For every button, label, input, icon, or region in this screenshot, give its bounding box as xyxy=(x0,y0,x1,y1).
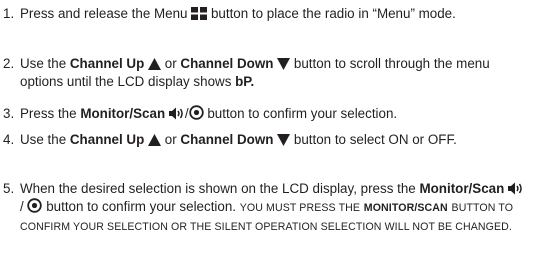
slash-separator: / xyxy=(20,199,24,214)
step-text: When the desired selection is shown on t… xyxy=(20,181,416,196)
warning-monitor-scan: MONITOR/SCAN xyxy=(363,202,448,214)
step-text: or xyxy=(164,56,177,71)
lcd-code-label: bP. xyxy=(235,74,255,89)
triangle-down-icon xyxy=(277,58,291,70)
channel-up-label: Channel Up xyxy=(69,56,145,71)
triangle-down-icon xyxy=(277,134,291,146)
step-4: 4. Use the Channel Up or Channel Down bu… xyxy=(3,131,528,149)
step-5: 5. When the desired selection is shown o… xyxy=(3,180,528,236)
step-number: 4. xyxy=(3,132,15,147)
step-text: button to confirm your selection. xyxy=(207,106,398,121)
channel-up-label: Channel Up xyxy=(69,132,145,147)
step-number: 3. xyxy=(3,106,15,121)
step-text: or xyxy=(164,132,177,147)
instruction-document: 1. Press and release the Menu button to … xyxy=(0,0,536,261)
step-3: 3. Press the Monitor/Scan / button to co… xyxy=(3,105,528,123)
step-number: 1. xyxy=(3,6,15,21)
monitor-scan-label: Monitor/Scan xyxy=(419,181,505,196)
monitor-scan-label: Monitor/Scan xyxy=(80,106,166,121)
speaker-icon xyxy=(168,107,185,120)
step-2: 2. Use the Channel Up or Channel Down bu… xyxy=(3,55,528,91)
step-1: 1. Press and release the Menu button to … xyxy=(3,5,528,23)
step-text: button to select ON or OFF. xyxy=(293,132,457,147)
step-text: Use the xyxy=(20,56,67,71)
step-number: 5. xyxy=(3,181,15,196)
step-text: button to place the radio in “Menu” mode… xyxy=(210,6,456,21)
step-text: button to confirm your selection. xyxy=(46,199,236,214)
scan-target-icon xyxy=(188,105,204,120)
channel-down-label: Channel Down xyxy=(180,132,274,147)
step-text: Use the xyxy=(20,132,67,147)
warning-text: YOU MUST PRESS THE xyxy=(239,202,361,214)
step-text: Press the xyxy=(20,106,77,121)
step-text: Press and release the Menu xyxy=(20,6,188,21)
triangle-up-icon xyxy=(148,134,162,146)
channel-down-label: Channel Down xyxy=(180,56,274,71)
scan-target-icon xyxy=(27,198,43,213)
step-number: 2. xyxy=(3,56,15,71)
menu-grid-icon xyxy=(191,7,208,20)
speaker-icon xyxy=(508,182,524,195)
triangle-up-icon xyxy=(148,58,162,70)
